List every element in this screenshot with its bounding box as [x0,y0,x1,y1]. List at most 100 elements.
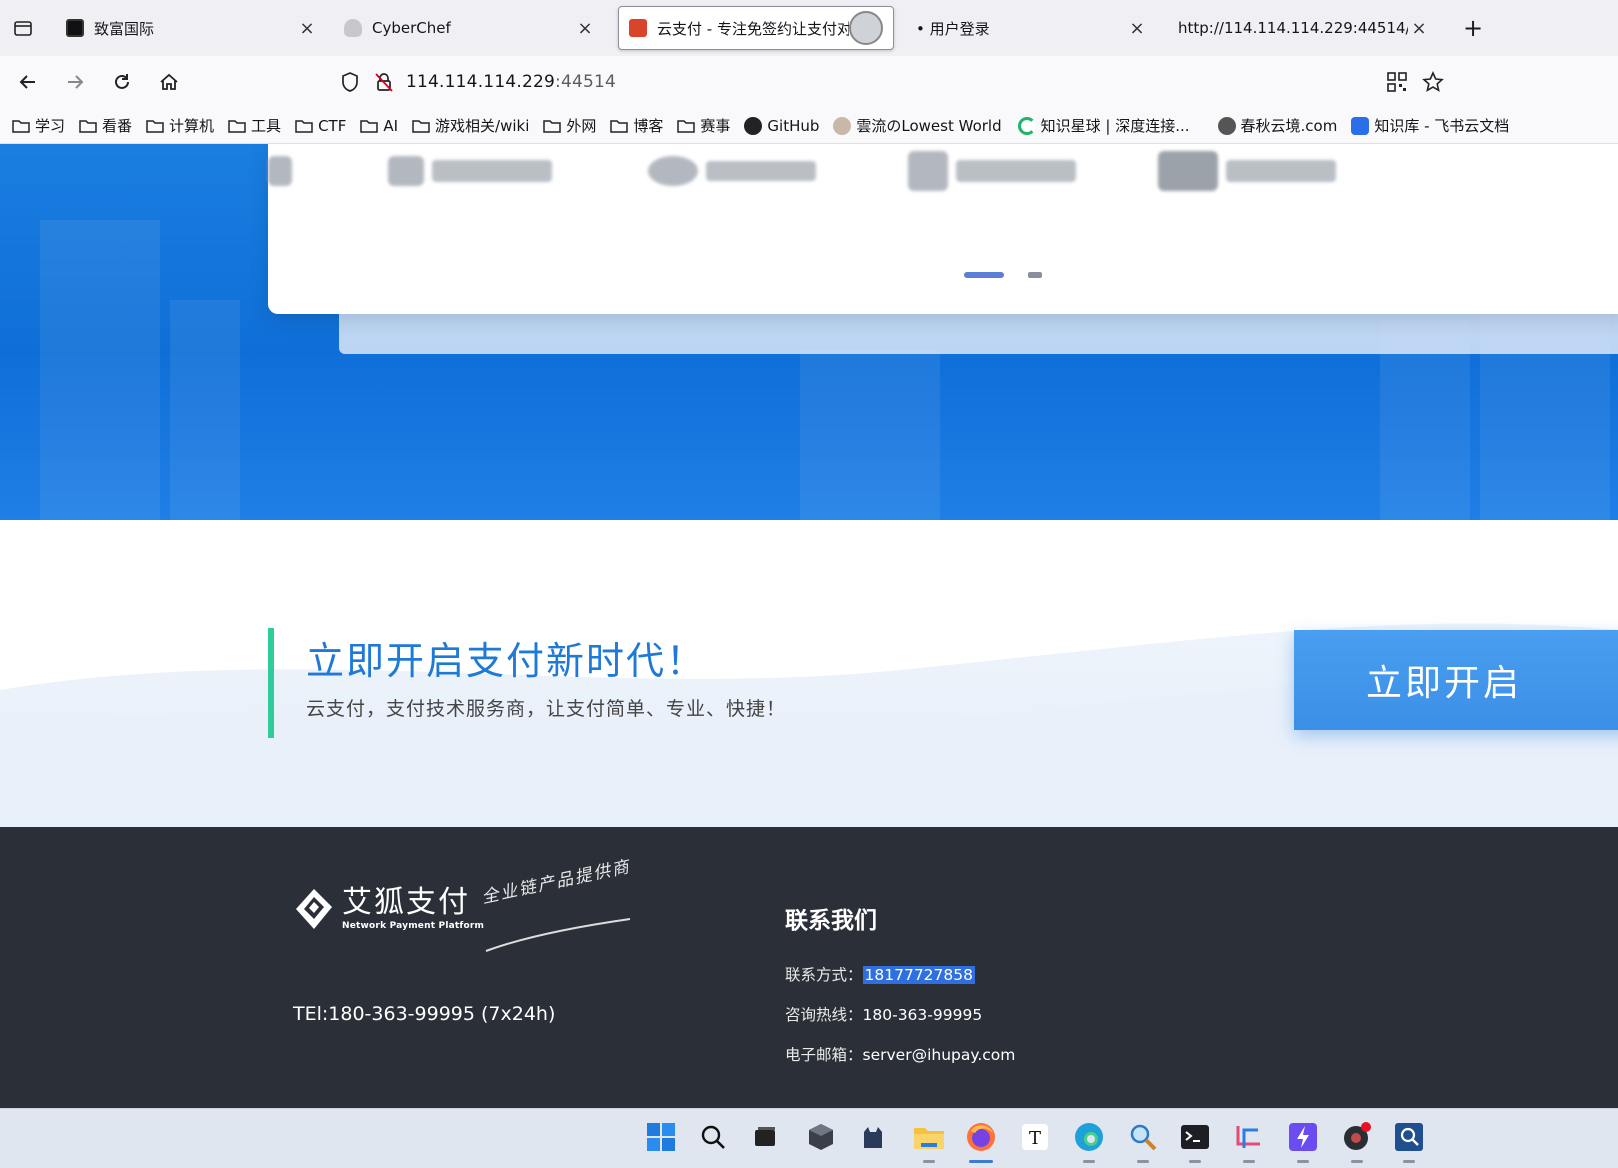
bookmark-folder[interactable]: 外网 [543,115,596,136]
bookmark-star-icon[interactable] [1422,71,1444,93]
reload-button[interactable] [102,62,142,102]
insecure-lock-icon[interactable] [374,71,394,93]
navigation-bar: 114.114.114.229:44514 [0,56,1618,108]
back-button[interactable] [8,62,48,102]
bookmark-folder[interactable]: 看番 [79,115,132,136]
app-cat-icon[interactable] [855,1119,891,1155]
firefox-icon[interactable] [963,1119,999,1163]
bookmark-label: CTF [318,116,347,135]
running-indicator [1403,1160,1415,1163]
bookmark-label: 看番 [102,117,133,135]
partner-logo [1158,150,1336,192]
hero-section [0,144,1618,520]
bookmark-label: 知识星球 | 深度连接... [1040,117,1190,135]
brand-name: 艾狐支付 [342,884,470,920]
running-indicator [1297,1160,1309,1163]
folder-icon [412,119,430,133]
cta-accent-bar [268,628,274,738]
carousel-dot[interactable] [1028,272,1042,278]
qr-code-icon[interactable] [1386,71,1408,93]
bookmark-folder[interactable]: AI [360,117,398,135]
chunqiu-icon [1217,116,1236,135]
folder-icon [228,119,246,133]
bookmark-lowest-world[interactable]: 雲流のLowest World [833,115,1002,136]
start-now-button[interactable]: 立即开启 [1294,630,1618,730]
terminal-icon[interactable] [1177,1119,1213,1163]
bookmark-feishu[interactable]: 知识库 - 飞书云文档 [1351,115,1509,136]
active-indicator [969,1160,993,1163]
close-tab-icon[interactable]: × [1408,17,1430,39]
avatar-icon [833,116,852,135]
magnifier-app-icon[interactable] [1125,1119,1161,1163]
home-button[interactable] [149,62,189,102]
bookmark-label: 工具 [251,117,282,135]
new-tab-button[interactable]: + [1456,11,1490,45]
power-automate-icon[interactable] [1285,1119,1321,1163]
tab-5[interactable]: http://114.114.114.229:44514/de × [1168,6,1440,50]
feishu-icon [1351,116,1370,135]
email-value[interactable]: server@ihupay.com [863,1046,1016,1064]
bookmark-folder[interactable]: 工具 [228,115,281,136]
plus-icon: + [1462,14,1484,42]
chef-hat-favicon-icon [344,19,362,37]
close-tab-icon[interactable]: × [1126,17,1148,39]
terminal-favicon-icon [66,19,84,37]
contact-label: 联系方式： [785,966,863,984]
partner-logo-icon [268,156,292,186]
cta-subtitle: 云支付，支付技术服务商，让支付简单、专业、快捷！ [306,698,787,720]
close-tab-icon[interactable]: × [574,17,596,39]
app-circle-icon[interactable] [1339,1119,1375,1163]
folder-icon [146,119,164,133]
carousel-dot-active[interactable] [964,272,1004,278]
url-text[interactable]: 114.114.114.229:44514 [406,72,616,92]
partner-logo-icon [908,151,948,191]
edge-icon[interactable] [1071,1119,1107,1163]
close-tab-icon[interactable]: × [296,17,318,39]
forward-button[interactable] [55,62,95,102]
search-icon[interactable] [695,1119,731,1155]
folder-icon [12,119,30,133]
task-view-icon[interactable] [747,1119,783,1155]
tab-4[interactable]: • 用户登录 × [906,6,1158,50]
bookmark-chunqiu[interactable]: 春秋云境.com [1217,115,1338,136]
app-cube-icon[interactable] [803,1119,839,1155]
svg-text:T: T [1029,1128,1041,1149]
url-bar[interactable]: 114.114.114.229:44514 [340,62,1444,102]
tab-list-button[interactable] [0,0,46,56]
tab-3-active[interactable]: 云支付 - 专注免签约让支付对 [618,6,894,50]
fox-favicon-icon [629,19,647,37]
typora-icon[interactable]: T [1017,1119,1053,1155]
folder-icon [543,119,562,133]
tab-list-icon [14,21,32,36]
bookmark-zsxq[interactable]: 知识星球 | 深度连接... [1017,115,1190,136]
contact-value[interactable]: 18177727858 [862,966,975,984]
bookmark-folder[interactable]: 学习 [12,115,65,136]
bookmark-label: 春秋云境.com [1240,117,1338,135]
partner-logo-icon [1158,151,1218,191]
folder-icon [295,119,313,133]
cta-section: 立即开启支付新时代！ 云支付，支付技术服务商，让支付简单、专业、快捷！ 立即开启 [0,520,1618,827]
tab-title: 云支付 - 专注免签约让支付对 [657,19,849,38]
bookmark-label: 学习 [35,117,66,135]
bookmark-github[interactable]: GitHub [744,116,819,135]
bookmark-label: 计算机 [169,117,215,135]
tab-1[interactable]: 致富国际 × [56,6,328,50]
windows-start-icon[interactable] [643,1119,679,1155]
bookmark-folder[interactable]: 计算机 [146,115,214,136]
zsxq-icon [1017,116,1036,135]
partner-logo-icon [388,156,424,186]
shield-icon[interactable] [340,71,360,93]
bookmark-folder[interactable]: 博客 [610,115,663,136]
bookmark-folder[interactable]: 游戏相关/wiki [412,115,529,136]
tab-2[interactable]: CyberChef × [334,6,606,50]
app-search-icon[interactable] [1391,1119,1427,1163]
bookmark-folder[interactable]: CTF [295,117,346,135]
snipping-tool-icon[interactable] [1231,1119,1267,1163]
bookmark-label: 外网 [566,117,597,135]
bookmark-folder[interactable]: 赛事 [677,115,730,136]
file-explorer-icon[interactable] [911,1119,947,1163]
running-indicator [1189,1160,1201,1163]
running-indicator [923,1160,935,1163]
hotline-value[interactable]: 180-363-99995 [863,1006,983,1024]
tab-title: 致富国际 [94,19,155,38]
